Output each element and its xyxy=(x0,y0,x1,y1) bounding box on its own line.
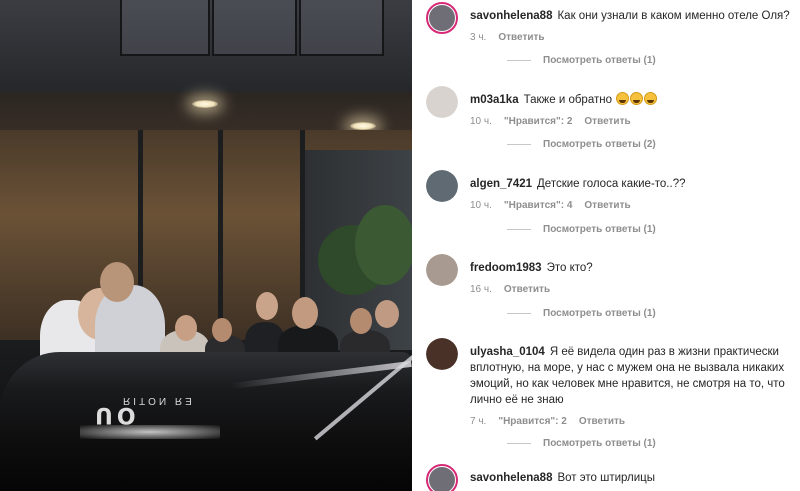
car-rear-text: ЕЯ ИОТІЯ xyxy=(120,395,192,406)
comment-username[interactable]: ulyasha_0104 xyxy=(470,346,545,358)
comment-time: 3 ч. xyxy=(470,32,487,43)
view-replies-button[interactable]: Посмотреть ответы (2) xyxy=(507,139,656,150)
view-replies-button[interactable]: Посмотреть ответы (1) xyxy=(507,55,656,66)
view-replies-label: Посмотреть ответы (1) xyxy=(543,55,656,66)
reply-button[interactable]: Ответить xyxy=(498,30,544,46)
car-reflection xyxy=(80,425,220,439)
replies-divider xyxy=(507,229,531,230)
view-replies-label: Посмотреть ответы (1) xyxy=(543,224,656,235)
comment-time: 10 ч. xyxy=(470,200,492,211)
view-replies-label: Посмотреть ответы (2) xyxy=(543,139,656,150)
ceiling-lamp xyxy=(350,122,376,130)
person-head xyxy=(175,315,197,341)
tree xyxy=(355,205,412,285)
comment-username[interactable]: fredoom1983 xyxy=(470,262,542,274)
comment-time: 10 ч. xyxy=(470,116,492,127)
ceiling-lamp xyxy=(192,100,218,108)
avatar[interactable] xyxy=(426,2,458,34)
comment-text: Как они узнали в каком именно отеле Оля? xyxy=(557,10,790,22)
avatar[interactable] xyxy=(426,338,458,370)
view-replies-label: Посмотреть ответы (1) xyxy=(543,308,656,319)
avatar-image xyxy=(426,170,458,202)
person-head xyxy=(212,318,232,342)
person-head xyxy=(292,297,318,329)
reply-button[interactable]: Ответить xyxy=(504,282,550,298)
avatar[interactable] xyxy=(426,86,458,118)
avatar-image xyxy=(426,86,458,118)
avatar[interactable] xyxy=(426,170,458,202)
likes-count[interactable]: "Нравится": 4 xyxy=(504,198,573,214)
comment-text: Это кто? xyxy=(546,262,593,274)
reply-button[interactable]: Ответить xyxy=(584,114,630,130)
comment-username[interactable]: m03a1ka xyxy=(470,94,519,106)
replies-divider xyxy=(507,443,531,444)
face-with-tears-of-joy-icon xyxy=(630,92,644,105)
window-pane xyxy=(120,0,210,56)
avatar[interactable] xyxy=(426,464,458,491)
face-with-tears-of-joy-icon xyxy=(616,92,630,105)
person-head xyxy=(350,308,372,334)
replies-divider xyxy=(507,60,531,61)
comment-text: Вот это штирлицы xyxy=(557,472,655,484)
view-replies-button[interactable]: Посмотреть ответы (1) xyxy=(507,308,656,319)
window-pane xyxy=(212,0,297,56)
comment-time: 16 ч. xyxy=(470,284,492,295)
avatar-image xyxy=(429,5,455,31)
reply-button[interactable]: Ответить xyxy=(579,414,625,430)
comment-text: Также и обратно xyxy=(523,94,612,106)
comment-username[interactable]: algen_7421 xyxy=(470,178,532,190)
view-replies-button[interactable]: Посмотреть ответы (1) xyxy=(507,224,656,235)
avatar-image xyxy=(426,338,458,370)
replies-divider xyxy=(507,313,531,314)
face-with-tears-of-joy-icon xyxy=(644,92,658,105)
person-head xyxy=(100,262,134,302)
avatar-image xyxy=(429,467,455,491)
window-pane xyxy=(299,0,384,56)
avatar[interactable] xyxy=(426,254,458,286)
comment-username[interactable]: savonhelena88 xyxy=(470,10,552,22)
likes-count[interactable]: "Нравится": 2 xyxy=(498,414,567,430)
reply-button[interactable]: Ответить xyxy=(584,198,630,214)
comment-username[interactable]: savonhelena88 xyxy=(470,472,552,484)
replies-divider xyxy=(507,144,531,145)
avatar-image xyxy=(426,254,458,286)
comments-panel: savonhelena88 Как они узнали в каком имен… xyxy=(412,0,800,491)
view-replies-button[interactable]: Посмотреть ответы (1) xyxy=(507,438,656,449)
likes-count[interactable]: "Нравится": 2 xyxy=(504,114,573,130)
comment-text: Детские голоса какие-то..?? xyxy=(537,178,686,190)
post-photo[interactable]: UO ЕЯ ИОТІЯ xyxy=(0,0,412,491)
person-head xyxy=(256,292,278,320)
view-replies-label: Посмотреть ответы (1) xyxy=(543,438,656,449)
person-head xyxy=(375,300,399,328)
comment-time: 7 ч. xyxy=(470,416,487,427)
